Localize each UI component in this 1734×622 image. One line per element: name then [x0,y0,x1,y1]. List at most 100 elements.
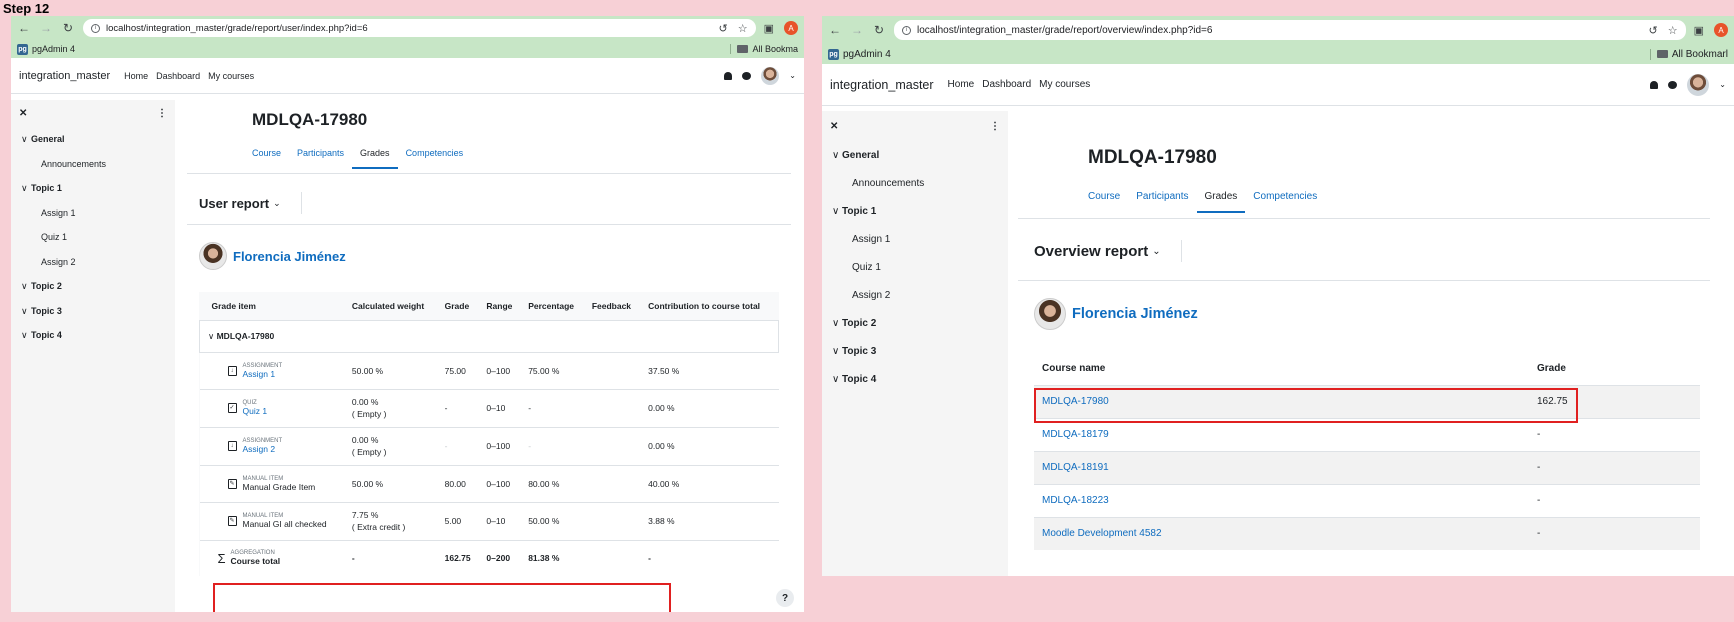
drawer-section-topic-2[interactable]: ∨ Topic 2 [11,274,175,299]
notification-bell-icon[interactable] [1650,80,1659,89]
drawer-item-announcements[interactable]: Announcements [822,170,1008,198]
nav-dashboard[interactable]: Dashboard [982,79,1031,90]
site-info-icon[interactable]: i [91,23,100,33]
chevron-down-icon[interactable]: ∨ [21,323,31,348]
drawer-item-quiz-1[interactable]: Quiz 1 [11,225,175,250]
address-bar[interactable]: i localhost/integration_master/grade/rep… [83,19,756,37]
profile-avatar[interactable]: A [1714,23,1728,37]
drawer-item-assign-2[interactable]: Assign 2 [11,250,175,275]
chevron-down-icon[interactable]: ∨ [832,338,842,366]
drawer-item-quiz-1[interactable]: Quiz 1 [822,254,1008,282]
drawer-item-announcements[interactable]: Announcements [11,152,175,177]
all-bookmarks[interactable]: All Bookma [730,44,798,54]
reload-icon[interactable]: ↻ [61,21,75,35]
bookmark-star-icon[interactable]: ☆ [1668,24,1678,37]
tab-course[interactable]: Course [1080,191,1128,202]
drawer-section-general[interactable]: ∨ General [822,142,1008,170]
user-avatar[interactable] [1687,73,1710,96]
nav-home[interactable]: Home [948,79,975,90]
chevron-down-icon[interactable]: ∨ [208,331,217,341]
tab-course[interactable]: Course [244,148,289,158]
all-bookmarks[interactable]: All Bookmarl [1649,48,1728,60]
main-content: MDLQA-17980 Course Participants Grades C… [175,100,804,612]
course-link[interactable]: MDLQA-18179 [1042,429,1109,440]
chevron-down-icon[interactable]: ⌄ [1719,80,1726,89]
report-selector[interactable]: User report ⌄ [199,192,302,214]
column-header: Calculated weight [351,300,425,311]
drawer-section-topic-3[interactable]: ∨ Topic 3 [822,338,1008,366]
drawer-item-assign-1[interactable]: Assign 1 [822,226,1008,254]
report-selector[interactable]: Overview report ⌄ [1034,240,1182,262]
chevron-down-icon[interactable]: ∨ [21,127,31,152]
drawer-section-general[interactable]: ∨ General [11,127,175,152]
nav-my-courses[interactable]: My courses [1039,79,1090,90]
chevron-down-icon[interactable]: ∨ [832,198,842,226]
contribution-cell: 3.88 % [648,516,675,526]
drawer-item-assign-2[interactable]: Assign 2 [822,282,1008,310]
more-options-icon[interactable]: ⋮ [990,121,1000,132]
item-name[interactable]: Assign 2 [243,444,276,454]
drawer-section-topic-1[interactable]: ∨ Topic 1 [822,198,1008,226]
bookmark-pgadmin[interactable]: pg pgAdmin 4 [828,48,891,60]
more-options-icon[interactable]: ⋮ [157,108,167,119]
site-info-icon[interactable]: i [902,25,911,35]
forward-icon[interactable]: → [850,23,864,37]
feedback-cell [586,502,642,540]
site-name[interactable]: integration_master [830,78,934,92]
forward-icon[interactable]: → [39,21,53,35]
side-panel-icon[interactable]: ▣ [764,22,774,35]
profile-avatar[interactable]: A [784,21,798,35]
course-link[interactable]: Moodle Development 4582 [1042,528,1162,539]
close-drawer-icon[interactable]: ✕ [830,121,838,132]
bookmark-pgadmin[interactable]: pg pgAdmin 4 [17,43,75,55]
item-name[interactable]: Assign 1 [243,369,276,379]
site-name[interactable]: integration_master [19,70,110,82]
messages-icon[interactable] [742,71,752,80]
course-tabs: Course Participants Grades Competencies [244,148,472,169]
back-icon[interactable]: ← [828,23,842,37]
nav-my-courses[interactable]: My courses [208,71,254,81]
help-button[interactable]: ? [776,589,794,607]
tab-competencies[interactable]: Competencies [1245,191,1325,202]
chevron-down-icon[interactable]: ∨ [832,366,842,394]
drawer-section-topic-4[interactable]: ∨ Topic 4 [11,323,175,348]
chevron-down-icon[interactable]: ⌄ [789,71,796,80]
tab-competencies[interactable]: Competencies [398,148,472,158]
drawer-section-topic-1[interactable]: ∨ Topic 1 [11,176,175,201]
nav-dashboard[interactable]: Dashboard [156,71,200,81]
tab-grades[interactable]: Grades [1196,191,1246,213]
close-drawer-icon[interactable]: ✕ [19,108,27,119]
user-name-link[interactable]: Florencia Jiménez [1072,306,1198,322]
grade-item-cell: ✎ MANUAL ITEM Manual GI all checked [200,502,346,540]
drawer-label: Topic 4 [31,330,62,340]
reload-icon[interactable]: ↻ [872,23,886,37]
back-icon[interactable]: ← [17,21,31,35]
drawer-item-assign-1[interactable]: Assign 1 [11,201,175,226]
user-name-link[interactable]: Florencia Jiménez [233,249,346,264]
item-name[interactable]: Quiz 1 [243,406,268,416]
drawer-section-topic-4[interactable]: ∨ Topic 4 [822,366,1008,394]
side-panel-icon[interactable]: ▣ [1694,24,1704,37]
tab-participants[interactable]: Participants [289,148,352,158]
course-link[interactable]: MDLQA-18191 [1042,462,1109,473]
user-avatar[interactable] [761,66,780,85]
chevron-down-icon[interactable]: ∨ [21,274,31,299]
drawer-section-topic-2[interactable]: ∨ Topic 2 [822,310,1008,338]
chevron-down-icon[interactable]: ∨ [832,142,842,170]
tab-participants[interactable]: Participants [1128,191,1196,202]
nav-home[interactable]: Home [124,71,148,81]
messages-icon[interactable] [1668,80,1678,89]
chevron-down-icon[interactable]: ∨ [21,176,31,201]
course-link[interactable]: MDLQA-18223 [1042,495,1109,506]
share-icon[interactable]: ↺ [1649,24,1658,37]
chevron-down-icon[interactable]: ∨ [21,299,31,324]
bookmark-star-icon[interactable]: ☆ [738,22,748,35]
share-icon[interactable]: ↺ [719,22,728,35]
drawer-section-topic-3[interactable]: ∨ Topic 3 [11,299,175,324]
address-bar[interactable]: i localhost/integration_master/grade/rep… [894,20,1686,40]
chevron-down-icon[interactable]: ∨ [832,310,842,338]
weight-cell: 50.00 % [346,352,439,389]
weight-cell: 0.00 % ( Empty ) [346,427,439,465]
tab-grades[interactable]: Grades [352,148,398,169]
notification-bell-icon[interactable] [724,71,733,80]
